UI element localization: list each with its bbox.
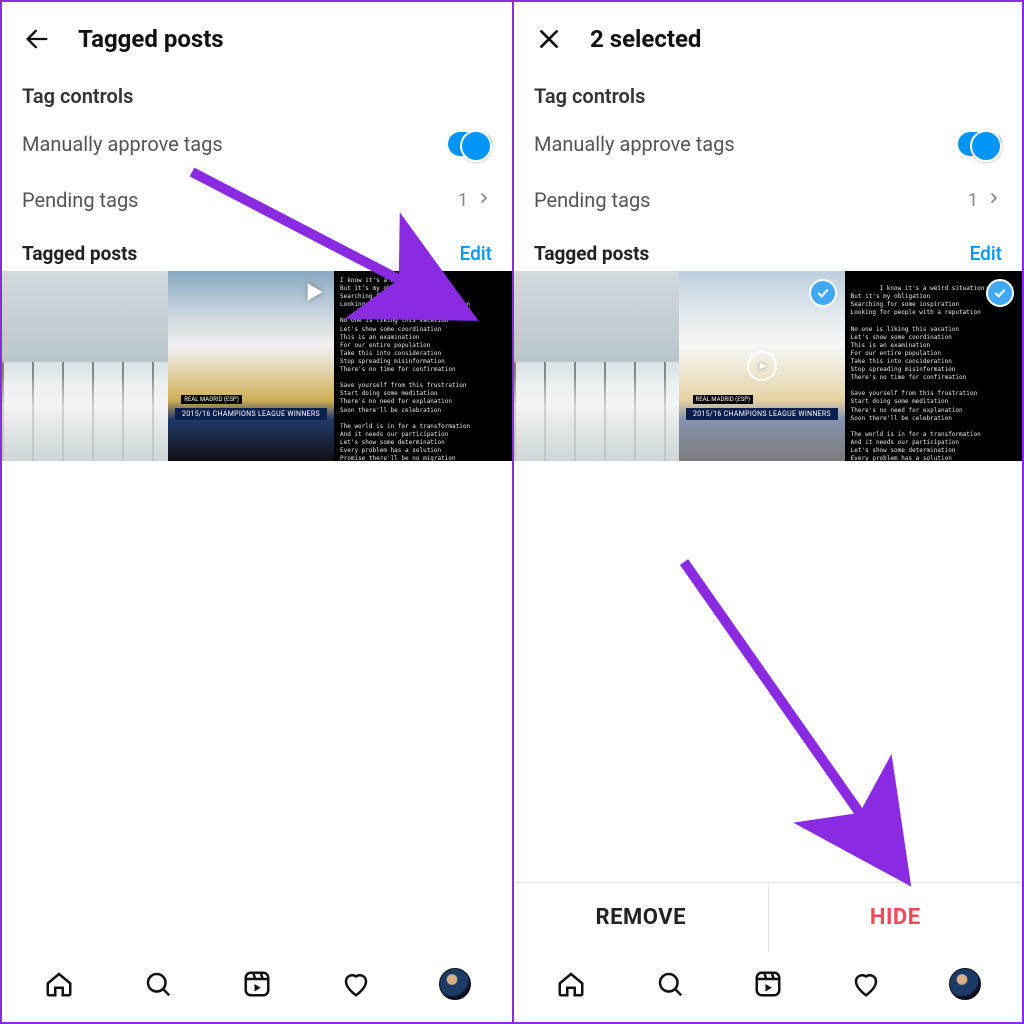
chevron-right-icon	[986, 190, 1002, 211]
tagged-posts-title: Tagged posts	[534, 242, 649, 265]
nav-reels[interactable]	[751, 967, 785, 1001]
page-title: 2 selected	[590, 25, 701, 53]
tagged-posts-title: Tagged posts	[22, 242, 137, 265]
nav-activity[interactable]	[849, 967, 883, 1001]
row-approve-tags: Manually approve tags	[2, 116, 512, 172]
pending-count: 1	[968, 190, 978, 211]
chevron-right-icon	[476, 190, 492, 211]
check-icon	[809, 279, 837, 307]
panel-left: Tagged posts Tag controls Manually appro…	[2, 2, 512, 1022]
pending-count: 1	[458, 190, 468, 211]
nav-profile[interactable]	[438, 967, 472, 1001]
page-title: Tagged posts	[78, 25, 224, 53]
post-thumb-2[interactable]: REAL MADRID (ESP) 2015/16 CHAMPIONS LEAG…	[679, 271, 844, 461]
tagged-posts-header: Tagged posts Edit	[2, 228, 512, 271]
pending-label: Pending tags	[22, 188, 139, 212]
nav-home[interactable]	[554, 967, 588, 1001]
play-icon	[300, 279, 326, 305]
post-thumb-1[interactable]	[2, 271, 168, 461]
nav-search[interactable]	[653, 967, 687, 1001]
header: 2 selected	[514, 2, 1022, 64]
nav-profile[interactable]	[948, 967, 982, 1001]
approve-label: Manually approve tags	[22, 132, 223, 156]
tagged-posts-grid: REAL MADRID (ESP) 2015/16 CHAMPIONS LEAG…	[514, 271, 1022, 461]
lyrics-text: I know it's a weird situation But it's m…	[851, 285, 988, 461]
back-button[interactable]	[22, 24, 52, 54]
edit-link[interactable]: Edit	[460, 242, 492, 265]
stadium-banner: 2015/16 CHAMPIONS LEAGUE WINNERS	[175, 408, 328, 420]
section-title: Tag controls	[2, 64, 512, 116]
pending-label: Pending tags	[534, 188, 651, 212]
stadium-tag: REAL MADRID (ESP)	[181, 395, 242, 404]
stadium-tag: REAL MADRID (ESP)	[693, 395, 754, 404]
post-thumb-3[interactable]: I know it's a weird situation But it's m…	[334, 271, 512, 461]
nav-search[interactable]	[141, 967, 175, 1001]
post-thumb-3[interactable]: I know it's a weird situation But it's m…	[845, 271, 1022, 461]
nav-activity[interactable]	[339, 967, 373, 1001]
nav-reels[interactable]	[240, 967, 274, 1001]
stadium-banner: 2015/16 CHAMPIONS LEAGUE WINNERS	[686, 408, 838, 420]
approve-label: Manually approve tags	[534, 132, 735, 156]
avatar	[439, 968, 471, 1000]
section-title: Tag controls	[514, 64, 1022, 116]
edit-link[interactable]: Edit	[970, 242, 1002, 265]
post-thumb-1[interactable]	[514, 271, 679, 461]
action-bar: REMOVE HIDE	[514, 882, 1022, 952]
row-approve-tags: Manually approve tags	[514, 116, 1022, 172]
tagged-posts-header: Tagged posts Edit	[514, 228, 1022, 271]
row-pending-tags[interactable]: Pending tags 1	[2, 172, 512, 228]
tagged-posts-grid: REAL MADRID (ESP) 2015/16 CHAMPIONS LEAG…	[2, 271, 512, 461]
play-icon	[747, 351, 777, 381]
header: Tagged posts	[2, 2, 512, 64]
avatar	[949, 968, 981, 1000]
remove-button[interactable]: REMOVE	[514, 883, 768, 952]
post-thumb-2[interactable]: REAL MADRID (ESP) 2015/16 CHAMPIONS LEAG…	[168, 271, 334, 461]
row-pending-tags[interactable]: Pending tags 1	[514, 172, 1022, 228]
hide-button[interactable]: HIDE	[768, 883, 1023, 952]
approve-toggle[interactable]	[448, 132, 492, 156]
bottom-nav	[514, 952, 1022, 1022]
bottom-nav	[2, 952, 512, 1022]
close-button[interactable]	[534, 24, 564, 54]
nav-home[interactable]	[42, 967, 76, 1001]
check-icon	[986, 279, 1014, 307]
panel-right: 2 selected Tag controls Manually approve…	[512, 2, 1022, 1022]
approve-toggle[interactable]	[958, 132, 1002, 156]
